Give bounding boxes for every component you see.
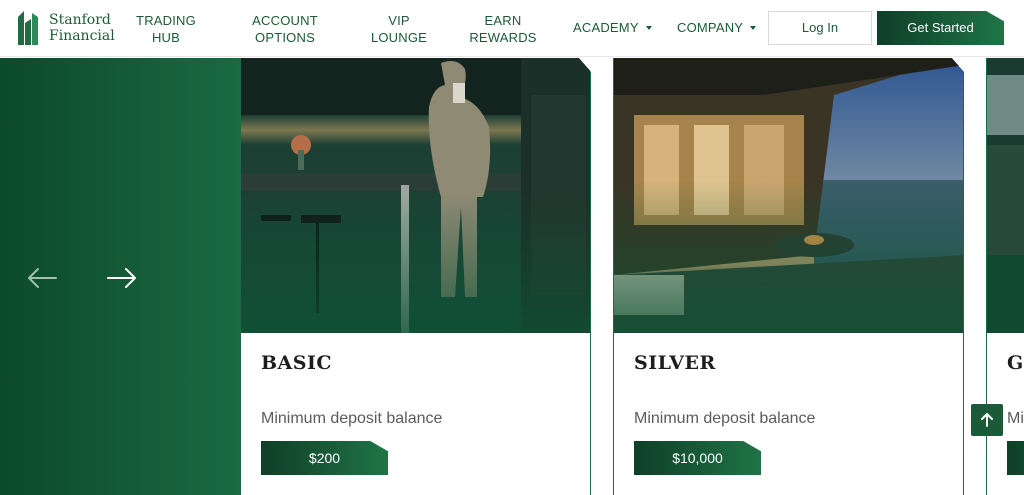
- nav-vip-lounge[interactable]: VIP LOUNGE: [369, 12, 429, 46]
- tier-card-basic[interactable]: BASIC Minimum deposit balance $200: [240, 58, 591, 495]
- card-subtitle: Minimum deposit balance: [261, 410, 443, 427]
- account-tiers-carousel: BASIC Minimum deposit balance $200 SILVE…: [0, 58, 1024, 495]
- card-subtitle: Minimum deposit balance: [634, 410, 816, 427]
- nav-company-label: COMPANY: [677, 20, 744, 35]
- price-badge[interactable]: $10,000: [634, 441, 761, 475]
- nav-earn-rewards-line1: EARN: [484, 13, 522, 28]
- top-navbar: Stanford Financial TRADING HUB ACCOUNT O…: [0, 0, 1024, 57]
- nav-trading-hub[interactable]: TRADING HUB: [136, 12, 196, 46]
- nav-academy-dropdown[interactable]: ACADEMY: [573, 19, 652, 36]
- card-title: G: [1007, 352, 1024, 374]
- logo-mark-icon: [18, 11, 38, 45]
- nav-vip-lounge-line2: LOUNGE: [370, 30, 428, 45]
- car-photo: [987, 58, 1024, 333]
- login-button[interactable]: Log In: [768, 11, 872, 45]
- man-in-suit-photo: [241, 58, 590, 333]
- card-title: BASIC: [261, 352, 333, 374]
- price-badge[interactable]: [1007, 441, 1024, 475]
- caret-down-icon: [750, 26, 757, 30]
- brand-line-2: Financial: [49, 28, 115, 44]
- price-badge[interactable]: $200: [261, 441, 388, 475]
- nav-company-dropdown[interactable]: COMPANY: [677, 19, 757, 36]
- nav-earn-rewards[interactable]: EARN REWARDS: [469, 12, 537, 46]
- carousel-side-panel: [0, 58, 241, 495]
- nav-account-options-line1: ACCOUNT: [252, 13, 318, 28]
- arrow-right-icon[interactable]: [107, 267, 137, 289]
- tier-card-silver[interactable]: SILVER Minimum deposit balance $10,000: [613, 58, 964, 495]
- nav-account-options-line2: OPTIONS: [255, 30, 315, 45]
- arrow-left-icon[interactable]: [27, 267, 57, 289]
- nav-trading-hub-line1: TRADING: [136, 13, 196, 28]
- brand-line-1: Stanford: [49, 12, 111, 28]
- scroll-to-top-button[interactable]: [971, 404, 1003, 436]
- nav-trading-hub-line2: HUB: [151, 30, 181, 45]
- card-image-car: [987, 58, 1024, 333]
- brand-logo[interactable]: Stanford Financial: [18, 11, 118, 47]
- luxury-villa-photo: [614, 58, 963, 333]
- card-subtitle: Mi: [1007, 410, 1024, 427]
- card-image-man-in-suit: [241, 58, 590, 333]
- card-title: SILVER: [634, 352, 716, 374]
- arrow-up-icon: [981, 413, 993, 427]
- get-started-button[interactable]: Get Started: [877, 11, 1004, 45]
- brand-name: Stanford Financial: [49, 12, 115, 44]
- nav-academy-label: ACADEMY: [573, 20, 639, 35]
- nav-account-options[interactable]: ACCOUNT OPTIONS: [248, 12, 322, 46]
- card-image-luxury-villa: [614, 58, 963, 333]
- nav-earn-rewards-line2: REWARDS: [469, 30, 537, 45]
- nav-vip-lounge-line1: VIP: [388, 13, 410, 28]
- caret-down-icon: [645, 26, 652, 30]
